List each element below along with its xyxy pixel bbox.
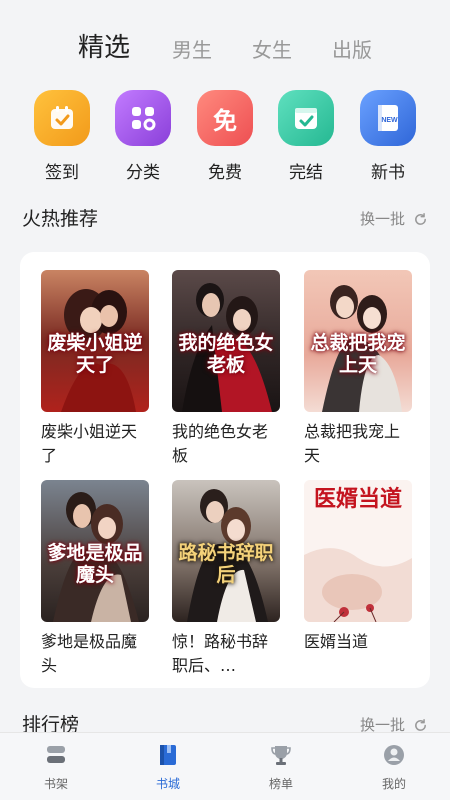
free-badge-icon: 免 bbox=[197, 90, 253, 146]
quick-entry-label: 签到 bbox=[45, 163, 79, 183]
book-item[interactable]: 爹地是极品魔头 爹地是极品魔头 bbox=[41, 480, 149, 678]
bookshelf-icon bbox=[47, 746, 65, 763]
tab-featured[interactable]: 精选 bbox=[78, 28, 130, 68]
cover-title: 路秘书辞职后 bbox=[178, 542, 274, 586]
profile-icon bbox=[384, 745, 404, 765]
quick-entry-category[interactable]: 分类 bbox=[108, 90, 178, 183]
quick-entry-checkin[interactable]: 签到 bbox=[27, 90, 97, 183]
checkbox-done-icon bbox=[278, 90, 334, 146]
bookstore-icon bbox=[160, 745, 176, 765]
refresh-icon bbox=[415, 718, 426, 731]
quick-entry-bar: 签到 分类 免 免费 完结 NEW 新书 bbox=[0, 90, 450, 190]
svg-text:NEW: NEW bbox=[381, 117, 398, 124]
nav-bookshelf[interactable]: 书架 bbox=[16, 743, 96, 792]
quick-entry-label: 免费 bbox=[208, 163, 242, 183]
nav-label: 我的 bbox=[381, 777, 406, 791]
book-cover[interactable]: 总裁把我宠上天 bbox=[304, 270, 412, 412]
nav-label: 书城 bbox=[155, 777, 180, 791]
hot-books-card: 废柴小姐逆天了 废柴小姐逆天了 我的绝色女老板 我的绝色女老板 总裁把我宠上天 … bbox=[20, 252, 430, 688]
book-item[interactable]: 医婿当道 医婿当道 bbox=[304, 480, 412, 654]
book-title: 惊！路秘书辞职后、… bbox=[172, 632, 269, 675]
book-title: 废柴小姐逆天了 bbox=[41, 422, 138, 465]
quick-entry-newbooks[interactable]: NEW 新书 bbox=[353, 90, 423, 183]
book-title: 我的绝色女老板 bbox=[172, 422, 269, 465]
quick-entry-free[interactable]: 免 免费 bbox=[190, 90, 260, 183]
cover-title: 废柴小姐逆天了 bbox=[47, 332, 143, 376]
quick-entry-label: 分类 bbox=[126, 163, 160, 183]
bottom-nav: 书架 书城 榜单 我的 bbox=[0, 732, 450, 800]
hot-section-header: 火热推荐 换一批 bbox=[22, 204, 428, 234]
book-item[interactable]: 我的绝色女老板 我的绝色女老板 bbox=[172, 270, 280, 468]
book-title: 医婿当道 bbox=[304, 632, 369, 651]
trophy-icon bbox=[271, 746, 291, 765]
nav-ranking[interactable]: 榜单 bbox=[241, 743, 321, 792]
book-cover[interactable]: 我的绝色女老板 bbox=[172, 270, 280, 412]
book-item[interactable]: 总裁把我宠上天 总裁把我宠上天 bbox=[304, 270, 412, 468]
book-cover[interactable]: 废柴小姐逆天了 bbox=[41, 270, 149, 412]
book-item[interactable]: 路秘书辞职后 惊！路秘书辞职后、… bbox=[172, 480, 280, 678]
nav-bookstore[interactable]: 书城 bbox=[128, 743, 208, 792]
cover-title: 爹地是极品魔头 bbox=[47, 542, 143, 586]
nav-profile[interactable]: 我的 bbox=[354, 743, 434, 792]
book-cover[interactable]: 路秘书辞职后 bbox=[172, 480, 280, 622]
cover-title: 总裁把我宠上天 bbox=[310, 332, 406, 376]
tab-male[interactable]: 男生 bbox=[172, 30, 212, 70]
grid-category-icon bbox=[115, 90, 171, 146]
cover-title: 我的绝色女老板 bbox=[178, 332, 274, 376]
new-book-icon: NEW bbox=[360, 90, 416, 146]
cover-title: 医婿当道 bbox=[313, 486, 402, 512]
refresh-label: 换一批 bbox=[359, 210, 405, 228]
book-item[interactable]: 废柴小姐逆天了 废柴小姐逆天了 bbox=[41, 270, 149, 468]
quick-entry-completed[interactable]: 完结 bbox=[271, 90, 341, 183]
quick-entry-label: 完结 bbox=[289, 163, 323, 183]
book-title: 总裁把我宠上天 bbox=[304, 422, 401, 465]
tab-published[interactable]: 出版 bbox=[332, 30, 372, 70]
refresh-icon bbox=[415, 212, 426, 225]
refresh-button[interactable]: 换一批 bbox=[360, 204, 428, 234]
nav-label: 书架 bbox=[43, 777, 68, 791]
book-cover[interactable]: 医婿当道 bbox=[304, 480, 412, 622]
calendar-check-icon bbox=[34, 90, 90, 146]
book-cover[interactable]: 爹地是极品魔头 bbox=[41, 480, 149, 622]
category-tabs: 精选 男生 女生 出版 bbox=[0, 28, 450, 68]
nav-label: 榜单 bbox=[268, 777, 293, 791]
quick-entry-label: 新书 bbox=[371, 163, 405, 183]
book-title: 爹地是极品魔头 bbox=[41, 632, 138, 675]
section-title: 火热推荐 bbox=[22, 208, 99, 230]
tab-female[interactable]: 女生 bbox=[252, 30, 292, 70]
